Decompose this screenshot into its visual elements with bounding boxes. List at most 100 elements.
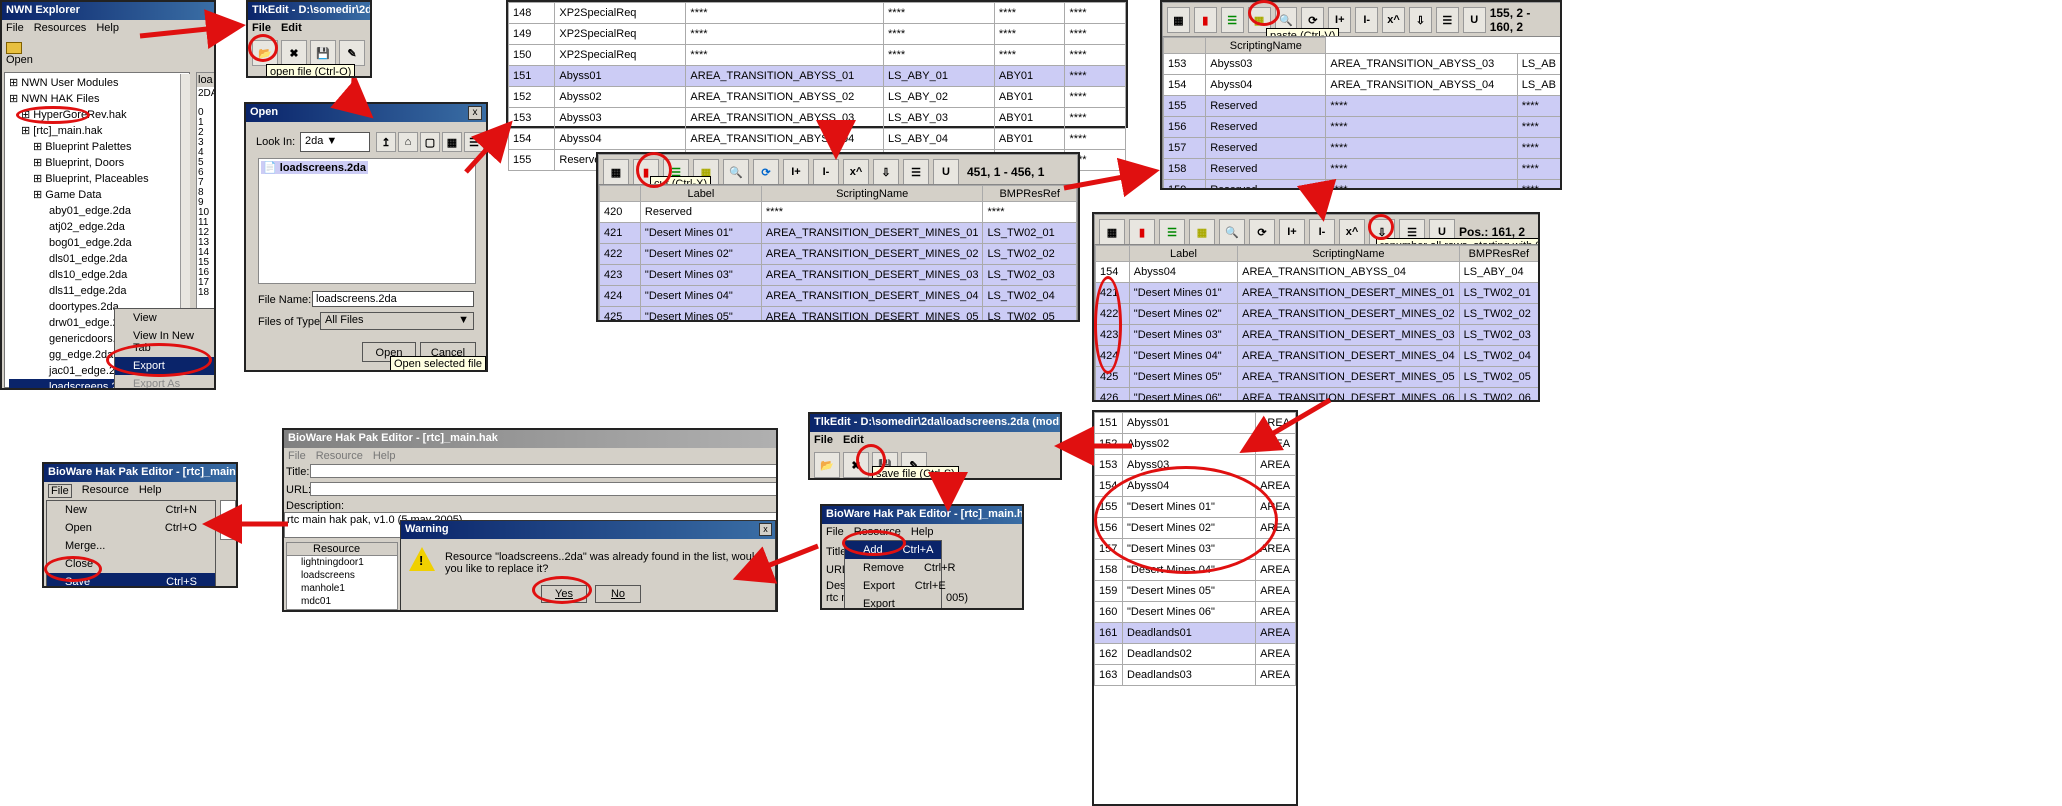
table-cell[interactable]: **** — [760, 201, 984, 223]
list-view-icon[interactable]: ▦ — [442, 132, 462, 152]
file-name-input[interactable]: loadscreens.2da — [312, 291, 474, 307]
table-cell[interactable]: LS_TW02_03 — [1458, 324, 1538, 346]
table-cell[interactable]: XP2SpecialReq — [554, 23, 687, 45]
table-cell[interactable]: 162 — [1094, 643, 1123, 665]
table-cell[interactable]: AREA — [1255, 454, 1296, 476]
table-cell[interactable]: Reserved — [1205, 158, 1327, 180]
menu-item[interactable]: Open Ctrl+O — [47, 519, 215, 537]
table-cell[interactable]: Abyss01 — [1121, 412, 1257, 434]
copy-icon[interactable]: ☰ — [1159, 219, 1185, 245]
table-cell[interactable]: LS_ABY_04 — [883, 128, 995, 150]
close-icon[interactable]: ✖ — [281, 40, 307, 66]
table-cell[interactable]: ABY01 — [993, 86, 1066, 108]
table-row[interactable]: 159 "Desert Mines 05" AREA — [1094, 580, 1296, 602]
table-cell[interactable]: AREA_TRANSITION_DESERT_MINES_02 — [760, 243, 984, 265]
table-cell[interactable]: **** — [1064, 2, 1126, 24]
u-icon[interactable]: U — [1462, 7, 1486, 33]
menu-item[interactable]: Export All — [845, 595, 941, 608]
table-cell[interactable]: LS_TW02_05 — [1458, 366, 1538, 388]
table-cell[interactable]: 425 — [599, 306, 641, 320]
menu-file[interactable]: File — [48, 484, 72, 498]
resource-item[interactable]: manhole1 — [301, 582, 397, 595]
table-cell[interactable]: AREA_TRANSITION_DESERT_MINES_04 — [1237, 345, 1460, 367]
table-cell[interactable]: AREA_TRANSITION_ABYSS_03 — [685, 107, 885, 129]
table-cell[interactable]: AREA_TRANSITION_ABYSS_01 — [685, 65, 885, 87]
table-row[interactable]: 155 Reserved **** **** — [1162, 95, 1560, 117]
table-cell[interactable]: 158 — [1094, 559, 1123, 581]
search-icon[interactable]: 🔍 — [1219, 219, 1245, 245]
table-cell[interactable]: **** — [1064, 65, 1126, 87]
table-header-cell[interactable]: BMPResRef — [982, 185, 1077, 202]
table-cell[interactable]: LS_TW02_04 — [982, 285, 1077, 307]
table-cell[interactable]: "Desert Mines 06" — [1128, 387, 1239, 400]
delete-row-icon[interactable]: I- — [1309, 219, 1335, 245]
table-cell[interactable]: **** — [1064, 86, 1126, 108]
tree-item[interactable]: ⊞ Blueprint Palettes — [9, 139, 149, 155]
table-row[interactable]: 149 XP2SpecialReq **** **** **** **** — [507, 23, 1126, 45]
ctx-export-tga[interactable]: Export As TGA — [115, 375, 214, 388]
table-cell[interactable]: AREA_TRANSITION_ABYSS_04 — [685, 128, 885, 150]
menu-file[interactable]: File — [288, 450, 306, 464]
table-cell[interactable]: AREA — [1255, 664, 1296, 686]
tree-item[interactable]: dls01_edge.2da — [9, 251, 149, 267]
refresh-icon[interactable]: ⟳ — [753, 159, 779, 185]
table-cell[interactable]: **** — [1064, 107, 1126, 129]
table-row[interactable]: 154 Abyss04 AREA_TRANSITION_ABYSS_04 LS_ABY… — [507, 128, 1126, 150]
table-cell[interactable]: 153 — [507, 107, 556, 129]
table-cell[interactable]: **** — [1064, 44, 1126, 66]
table-header-cell[interactable]: ScriptingName — [1205, 37, 1327, 54]
menu-file[interactable]: File — [814, 434, 833, 448]
table-cell[interactable]: **** — [982, 201, 1077, 223]
u-icon[interactable]: U — [933, 159, 959, 185]
renumber-icon[interactable]: ☰ — [1435, 7, 1459, 33]
table-row[interactable]: 421 "Desert Mines 01" AREA_TRANSITION_DESE… — [599, 222, 1077, 244]
power-icon[interactable]: x^ — [1339, 219, 1365, 245]
table-cell[interactable]: LS_AB — [1516, 74, 1560, 96]
tree-item[interactable]: dls10_edge.2da — [9, 267, 149, 283]
table-header-cell[interactable]: ScriptingName — [1237, 245, 1460, 262]
tree-item[interactable]: ⊞ Blueprint, Placeables — [9, 171, 149, 187]
table-cell[interactable]: LS_TW02_01 — [1458, 282, 1538, 304]
table-cell[interactable]: 424 — [599, 285, 641, 307]
table-cell[interactable]: AREA_TRANSITION_ABYSS_03 — [1325, 53, 1518, 75]
table-cell[interactable]: 161 — [1094, 622, 1123, 644]
table-cell[interactable]: AREA_TRANSITION_DESERT_MINES_06 — [1237, 387, 1460, 400]
table-cell[interactable]: Abyss04 — [1205, 74, 1327, 96]
menu-help[interactable]: Help — [911, 526, 934, 540]
table-cell[interactable]: LS_TW02_06 — [1458, 387, 1538, 400]
table-row[interactable]: 152 Abyss02 AREA_TRANSITION_ABYSS_02 LS_ABY… — [507, 86, 1126, 108]
table-cell[interactable]: ABY01 — [993, 128, 1066, 150]
tree-item[interactable]: ⊞ Blueprint, Doors — [9, 155, 149, 171]
table-cell[interactable]: **** — [883, 23, 995, 45]
table-cell[interactable]: Abyss01 — [554, 65, 687, 87]
table-cell[interactable]: AREA_TRANSITION_DESERT_MINES_03 — [1237, 324, 1460, 346]
table-row[interactable]: 422 "Desert Mines 02" AREA_TRANSITION_DESE… — [599, 243, 1077, 265]
table-header-cell[interactable]: BMPResRef — [1458, 245, 1538, 262]
table-row[interactable]: 150 XP2SpecialReq **** **** **** **** — [507, 44, 1126, 66]
table-cell[interactable]: AREA_TRANSITION_DESERT_MINES_02 — [1237, 303, 1460, 325]
download-icon[interactable]: ⇩ — [873, 159, 899, 185]
table-row[interactable]: 421 "Desert Mines 01" AREA_TRANSITION_DESE… — [1095, 282, 1538, 304]
table-cell[interactable]: LS_TW02_01 — [982, 222, 1077, 244]
table-cell[interactable]: Deadlands01 — [1121, 622, 1257, 644]
table-cell[interactable]: 151 — [1094, 412, 1123, 434]
open-file-icon[interactable]: 📂 — [814, 452, 840, 478]
table-cell[interactable]: LS_TW02_02 — [1458, 303, 1538, 325]
table-row[interactable]: 423 "Desert Mines 03" AREA_TRANSITION_DESE… — [1095, 324, 1538, 346]
table-row[interactable]: 153 Abyss03 AREA_TRANSITION_ABYSS_03 LS_AB — [1162, 53, 1560, 75]
file-item[interactable]: 📄 loadscreens.2da — [261, 161, 368, 174]
table-cell[interactable]: **** — [883, 2, 995, 24]
table-cell[interactable]: LS_ABY_03 — [883, 107, 995, 129]
table-cell[interactable]: 154 — [1162, 74, 1207, 96]
table-cell[interactable]: **** — [1325, 95, 1518, 117]
delete-row-icon[interactable]: I- — [813, 159, 839, 185]
paste-icon[interactable]: ▦ — [1189, 219, 1215, 245]
table-row[interactable]: 157 Reserved **** **** — [1162, 137, 1560, 159]
table-cell[interactable]: **** — [993, 23, 1066, 45]
table-header-cell[interactable]: Label — [1128, 245, 1239, 262]
cut-icon[interactable]: ▮ — [1129, 219, 1155, 245]
table-row[interactable]: 160 "Desert Mines 06" AREA — [1094, 601, 1296, 623]
menu-item[interactable]: Merge... — [47, 537, 215, 555]
table-cell[interactable]: **** — [1516, 116, 1560, 138]
table-cell[interactable]: 159 — [1162, 179, 1207, 188]
